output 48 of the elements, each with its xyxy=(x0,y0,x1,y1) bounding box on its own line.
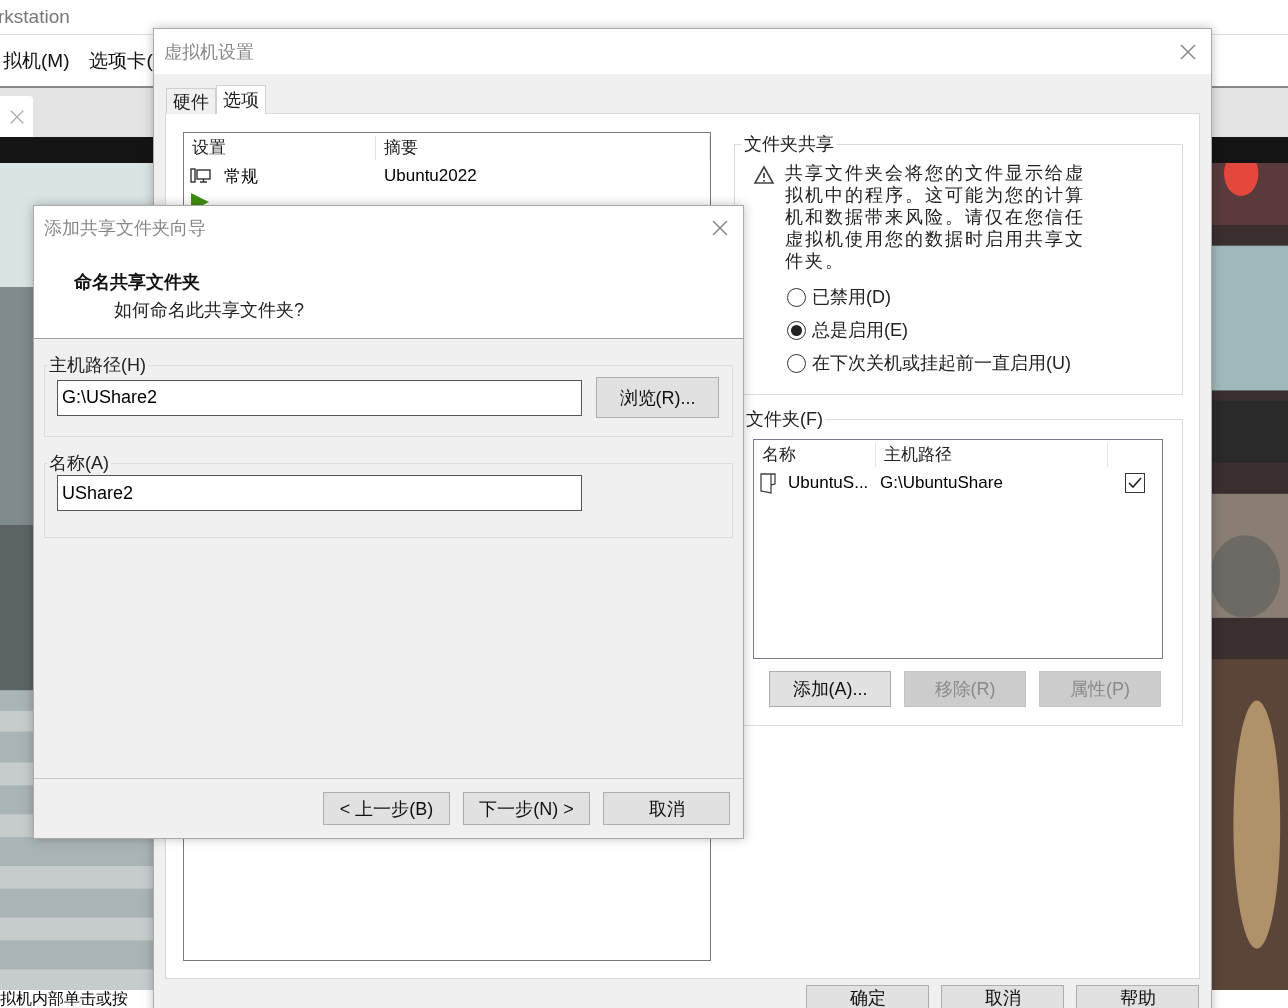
radio-option[interactable]: 已禁用(D) xyxy=(787,286,1172,308)
radio-button[interactable] xyxy=(787,353,806,373)
dialog-title: 虚拟机设置 xyxy=(164,40,254,64)
close-icon[interactable] xyxy=(711,219,729,237)
wizard-subheading: 如何命名此共享文件夹? xyxy=(114,299,305,322)
folder-icon xyxy=(760,472,776,494)
field-label: 主机路径(H) xyxy=(48,354,147,377)
tab[interactable]: 硬件 xyxy=(166,88,216,114)
close-icon[interactable] xyxy=(1179,42,1197,61)
field-label: 名称(A) xyxy=(48,452,110,475)
button[interactable]: < 上一步(B) xyxy=(323,792,450,825)
column-header[interactable]: 摘要 xyxy=(376,136,710,160)
window-title: rkstation xyxy=(0,6,70,28)
warning-icon xyxy=(753,165,775,185)
tab[interactable]: 选项 xyxy=(216,85,266,114)
wizard-heading: 命名共享文件夹 xyxy=(74,271,201,294)
column-header[interactable]: 名称 xyxy=(754,443,876,467)
button[interactable]: 确定 xyxy=(806,985,929,1008)
input-field[interactable]: UShare2 xyxy=(57,475,582,511)
button[interactable]: 帮助 xyxy=(1076,985,1199,1008)
input-field[interactable]: G:\UShare2 xyxy=(57,379,582,416)
group-title: 文件夹(F) xyxy=(745,408,824,431)
list-item[interactable]: 常规 xyxy=(216,164,258,188)
radio-option[interactable]: 在下次关机或挂起前一直启用(U) xyxy=(787,352,1172,374)
dialog-title: 添加共享文件夹向导 xyxy=(44,217,206,240)
column-header[interactable]: 主机路径 xyxy=(876,443,1108,467)
monitor-icon xyxy=(190,168,212,184)
menu-item[interactable]: 选项卡( xyxy=(89,47,153,74)
button[interactable]: 下一步(N) > xyxy=(463,792,590,825)
menu-item[interactable]: 拟机(M) xyxy=(3,47,70,74)
button[interactable]: 取消 xyxy=(603,792,730,825)
column-header[interactable]: 设置 xyxy=(184,136,376,160)
radio-label: 已禁用(D) xyxy=(812,286,891,308)
checkbox[interactable] xyxy=(1125,473,1145,493)
warning-text: 共享文件夹会将您的文件显示给虚拟机中的程序。这可能为您的计算机和数据带来风险。请仅在您信任虚拟机使用您的数据时启用共享文件夹。 xyxy=(785,162,1086,272)
table-cell-text: UbuntuS... xyxy=(787,473,869,493)
radio-label: 总是启用(E) xyxy=(812,319,908,341)
radio-button[interactable] xyxy=(787,287,806,307)
radio-option[interactable]: 总是启用(E) xyxy=(787,319,1172,341)
status-text: 拟机内部单击或按 xyxy=(0,990,128,1008)
radio-button[interactable] xyxy=(787,320,806,340)
group-title: 文件夹共享 xyxy=(743,133,835,156)
table-cell-text: Ubuntu2022 xyxy=(383,166,478,186)
button[interactable]: 取消 xyxy=(941,985,1064,1008)
button[interactable]: 添加(A)... xyxy=(769,671,891,707)
radio-label: 在下次关机或挂起前一直启用(U) xyxy=(812,352,1071,374)
table-cell-text: G:\UbuntuShare xyxy=(879,473,1004,493)
browse-button[interactable]: 浏览(R)... xyxy=(596,377,719,418)
